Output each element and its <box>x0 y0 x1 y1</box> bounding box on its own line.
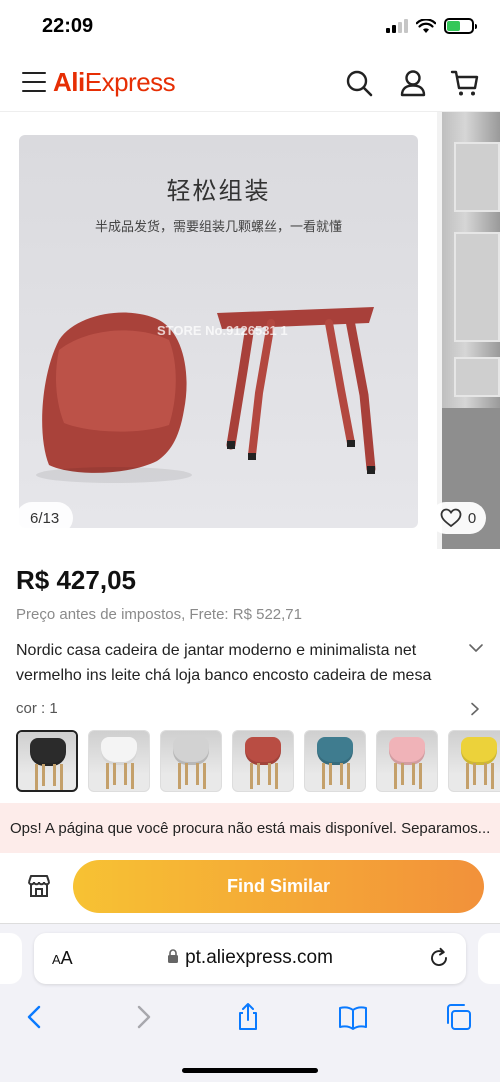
status-icons <box>386 18 477 34</box>
share-icon[interactable] <box>233 1002 263 1032</box>
store-watermark: STORE No.9126531 1 <box>157 323 288 338</box>
notice-text: Ops! A página que você procura não está … <box>10 819 478 837</box>
color-swatch-blue[interactable] <box>304 730 366 792</box>
previous-tab-edge[interactable] <box>0 933 22 984</box>
wifi-icon <box>416 18 436 33</box>
color-swatch-yellow[interactable] <box>448 730 500 792</box>
forward-icon[interactable] <box>128 1002 158 1032</box>
wishlist-button[interactable]: 0 <box>430 502 486 534</box>
signal-icon <box>386 19 408 33</box>
store-icon[interactable] <box>26 873 52 899</box>
safari-toolbar: AA pt.aliexpress.com <box>0 923 500 1082</box>
back-icon[interactable] <box>20 1002 50 1032</box>
account-icon[interactable] <box>398 68 428 98</box>
product-photo[interactable]: 轻松组装 半成品发货，需要组装几颗螺丝，一看就懂 STORE No.912653… <box>0 112 437 549</box>
reload-icon[interactable] <box>428 947 450 969</box>
heart-icon <box>440 508 462 528</box>
action-bar: Find Similar <box>0 853 500 923</box>
unavailable-notice: Ops! A página que você procura não está … <box>0 803 500 853</box>
wishlist-count: 0 <box>467 509 477 527</box>
color-swatch-pink[interactable] <box>376 730 438 792</box>
color-swatches <box>16 730 500 792</box>
product-title: Nordic casa cadeira de jantar moderno e … <box>16 642 432 684</box>
lock-icon <box>168 949 179 963</box>
aliexpress-logo[interactable]: AliExpress <box>53 67 176 98</box>
photo-card: 轻松组装 半成品发货，需要组装几颗螺丝，一看就懂 STORE No.912653… <box>19 135 418 528</box>
status-time: 22:09 <box>42 15 94 37</box>
chevron-right-icon[interactable] <box>468 702 482 716</box>
find-similar-button[interactable]: Find Similar <box>73 860 484 913</box>
status-bar: 22:09 <box>0 0 500 56</box>
next-tab-edge[interactable] <box>478 933 500 984</box>
menu-icon[interactable] <box>22 72 46 92</box>
color-swatch-white[interactable] <box>88 730 150 792</box>
home-indicator <box>182 1068 318 1073</box>
bookmarks-icon[interactable] <box>338 1002 368 1032</box>
tabs-icon[interactable] <box>443 1002 473 1032</box>
url-display[interactable]: pt.aliexpress.com <box>34 947 466 969</box>
battery-icon <box>444 18 477 34</box>
app-header: AliExpress <box>0 56 500 112</box>
photo-counter: 6/13 <box>16 502 74 534</box>
search-icon[interactable] <box>344 68 374 98</box>
product-price: R$ 427,05 <box>16 565 136 595</box>
address-bar[interactable]: AA pt.aliexpress.com <box>34 933 466 984</box>
color-swatch-black[interactable] <box>16 730 78 792</box>
color-label: cor : 1 <box>16 700 58 717</box>
chevron-down-icon[interactable] <box>468 640 484 656</box>
cart-icon[interactable] <box>450 68 480 98</box>
price-before-tax: Preço antes de impostos, Frete: R$ 522,7… <box>16 606 302 623</box>
product-gallery[interactable]: 轻松组装 半成品发货，需要组装几颗螺丝，一看就懂 STORE No.912653… <box>0 112 500 549</box>
color-swatch-red[interactable] <box>232 730 294 792</box>
next-photo-preview[interactable] <box>442 112 500 549</box>
browser-toolbar <box>0 998 500 1038</box>
color-swatch-light-gray[interactable] <box>160 730 222 792</box>
